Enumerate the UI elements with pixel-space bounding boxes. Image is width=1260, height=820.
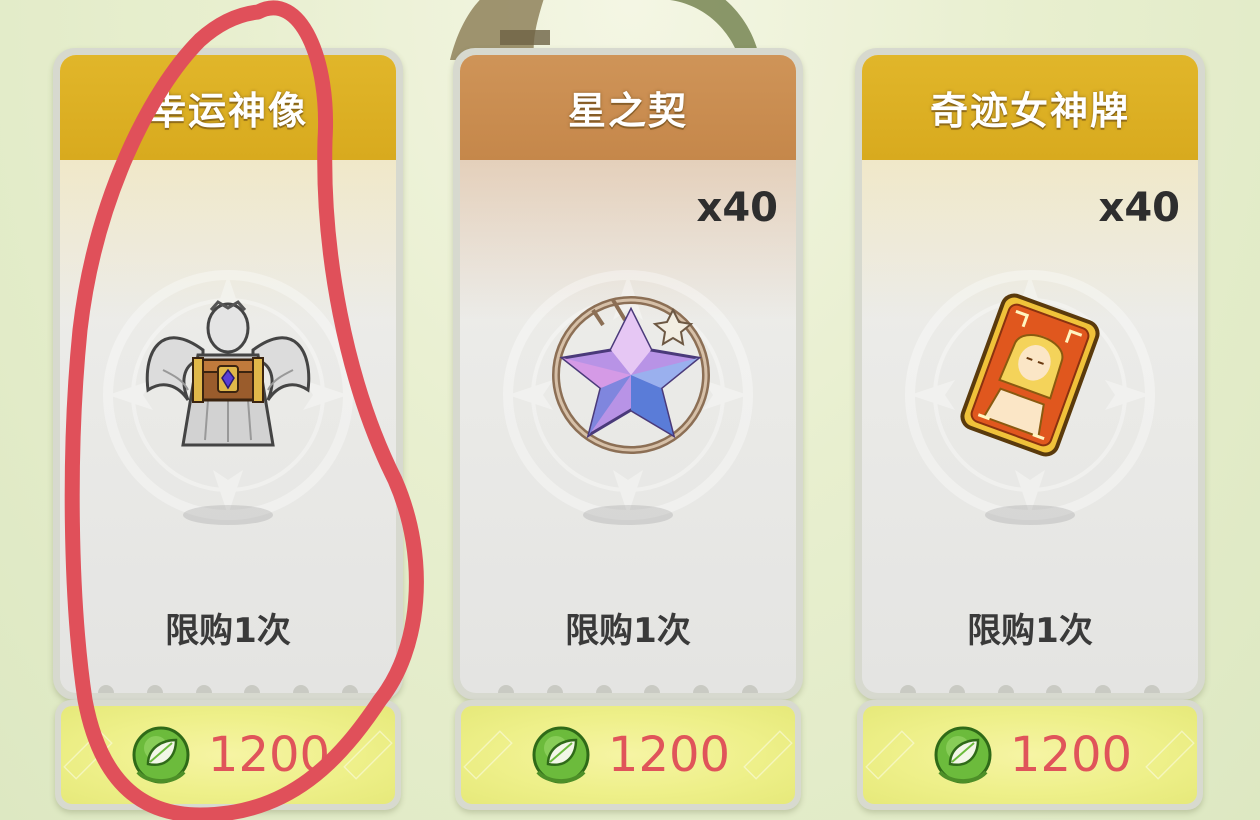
card-ticket-perforation [862, 685, 1198, 693]
leaf-orb-icon [132, 726, 190, 784]
shop-item-card[interactable]: 星之契 x40 限购1次 [453, 48, 803, 700]
star-crystal-icon [552, 296, 710, 454]
buy-button[interactable]: 1200 [857, 700, 1203, 810]
buy-button[interactable]: 1200 [55, 700, 401, 810]
leaf-orb-icon [934, 726, 992, 784]
goddess-card-icon [960, 293, 1100, 457]
shop-item-card[interactable]: 奇迹女神牌 x40 限购1次 [855, 48, 1205, 700]
leaf-orb-icon [532, 726, 590, 784]
price-value: 1200 [1009, 727, 1133, 783]
item-quantity: x40 [696, 185, 778, 231]
item-title: 奇迹女神牌 [862, 55, 1198, 160]
purchase-limit-label: 限购1次 [165, 611, 291, 651]
buy-button[interactable]: 1200 [455, 700, 801, 810]
purchase-limit-label: 限购1次 [565, 611, 691, 651]
shop-item-card[interactable]: 幸运神像 限购1次 [53, 48, 403, 700]
item-title: 幸运神像 [60, 55, 396, 160]
angel-statue-chest-icon [145, 300, 311, 447]
price-value: 1200 [207, 727, 331, 783]
card-ticket-perforation [460, 685, 796, 693]
card-ticket-perforation [60, 685, 396, 693]
purchase-limit-label: 限购1次 [967, 611, 1093, 651]
item-quantity: x40 [1098, 185, 1180, 231]
price-value: 1200 [607, 727, 731, 783]
item-title: 星之契 [460, 55, 796, 160]
